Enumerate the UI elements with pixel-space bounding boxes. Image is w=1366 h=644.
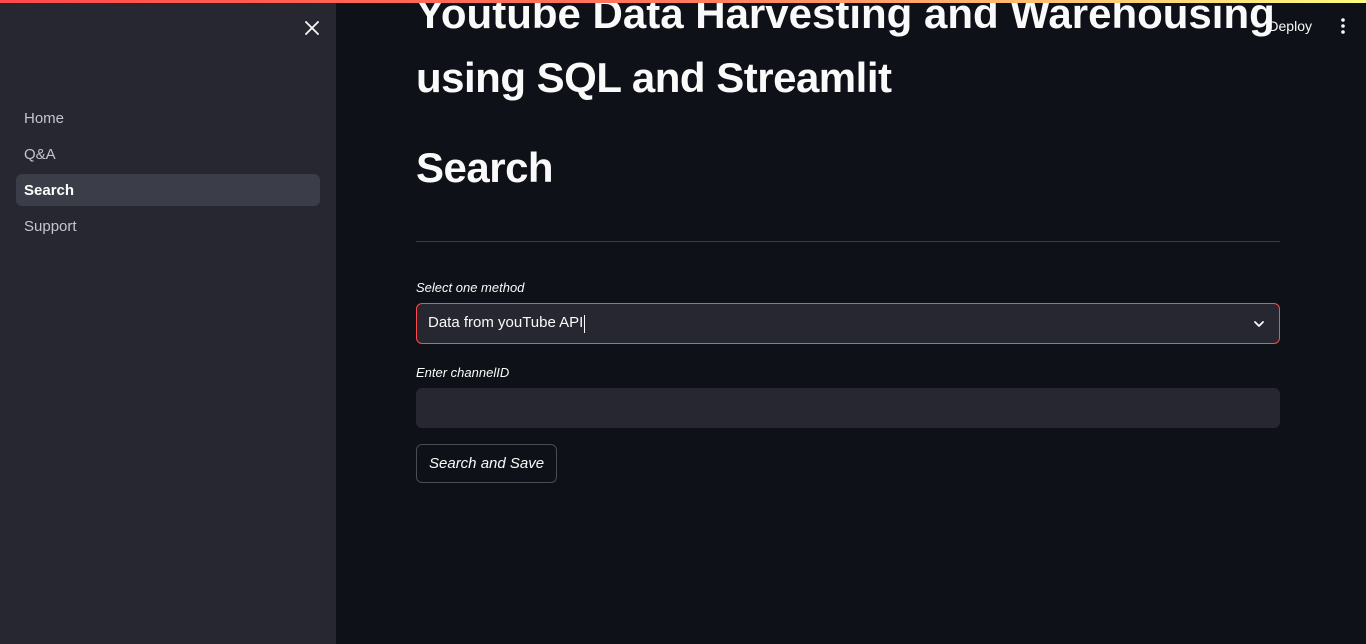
main-menu-button[interactable] [1336,16,1350,36]
method-label: Select one method [416,280,525,295]
sidebar-item-home[interactable]: Home [16,102,320,134]
main-content: Youtube Data Harvesting and Warehousing … [416,0,1280,644]
page-heading: Search [416,144,554,191]
sidebar-item-label: Home [24,109,65,127]
divider [416,241,1280,242]
sidebar-item-label: Support [24,217,77,235]
method-select-value: Data from youTube API [428,314,586,333]
page-title: Youtube Data Harvesting and Warehousing … [416,0,1280,108]
title-line-1: Youtube Data Harvesting and Warehousing [416,0,1275,37]
title-line-2: using SQL and Streamlit [416,54,892,101]
sidebar-nav: Home Q&A Search Support [16,102,320,246]
sidebar-item-label: Search [24,181,75,199]
method-select[interactable]: Data from youTube API [416,303,1280,344]
title-line-1-cut: Youtube Data Harvesting and Warehousing [416,0,1280,52]
top-accent-bar [0,0,1366,3]
sidebar: Home Q&A Search Support [0,0,336,644]
header-toolbar: Deploy [1268,0,1366,52]
channel-id-input[interactable] [416,388,1280,428]
chevron-down-icon [1254,321,1264,327]
channel-label: Enter channelID [416,365,510,380]
search-and-save-button[interactable]: Search and Save [416,444,558,483]
sidebar-item-qa[interactable]: Q&A [16,138,320,170]
close-icon [305,21,319,35]
sidebar-item-search[interactable]: Search [16,174,320,206]
kebab-menu-icon [1341,18,1345,34]
sidebar-item-support[interactable]: Support [16,210,320,242]
sidebar-item-label: Q&A [24,145,56,163]
close-sidebar-button[interactable] [300,16,324,40]
